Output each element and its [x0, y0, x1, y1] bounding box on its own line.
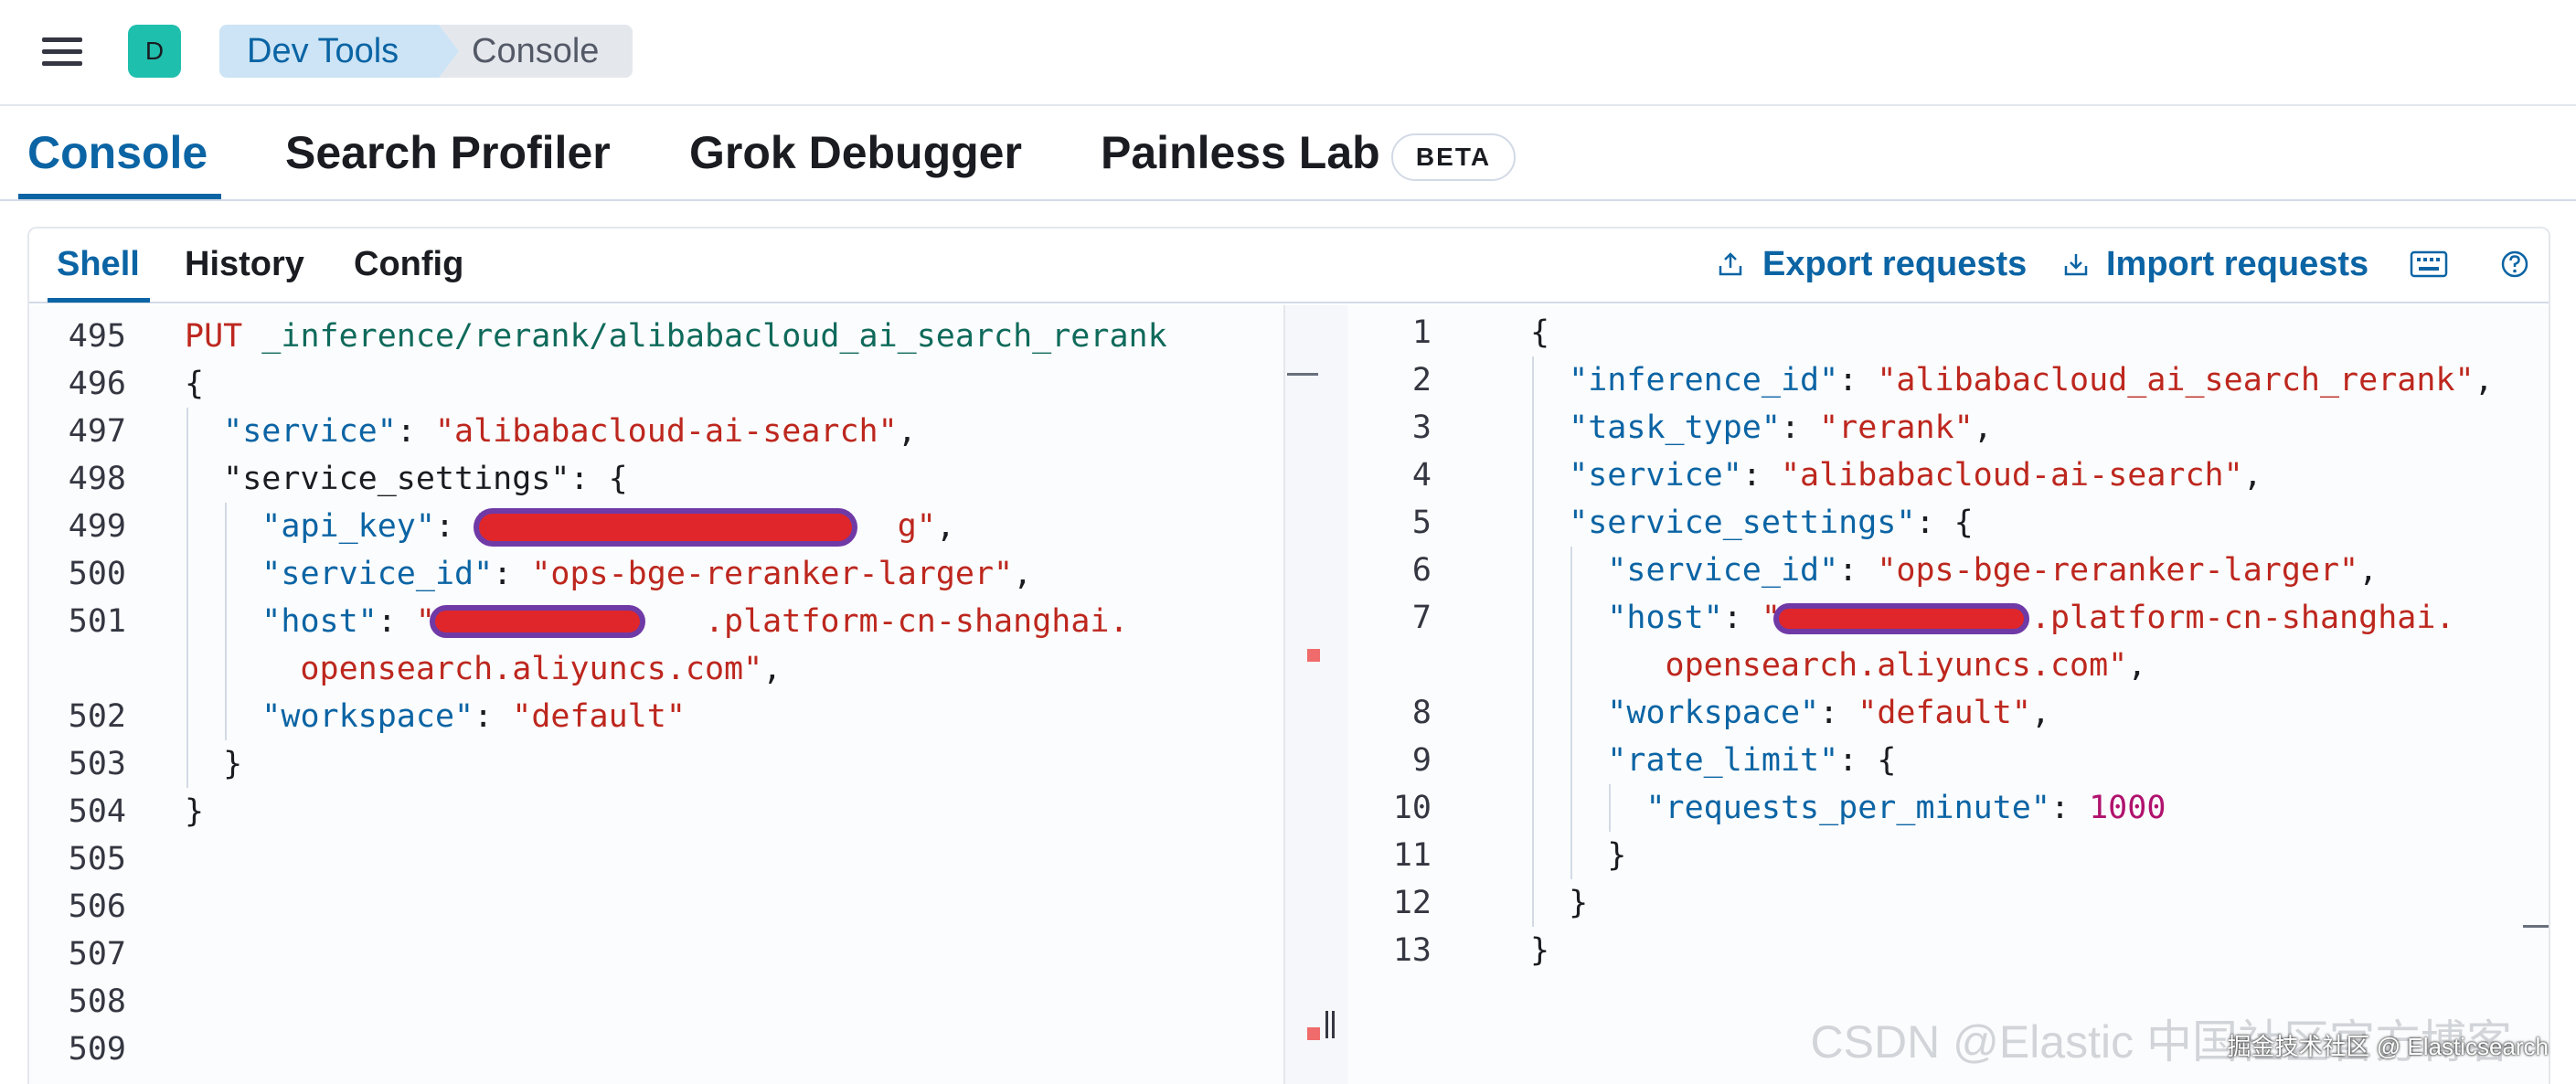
scrollbar-marker [1287, 373, 1318, 376]
hamburger-menu-icon[interactable] [42, 35, 82, 68]
indent-guide [1532, 356, 1534, 927]
editor-line: 5 "service_settings": { [1411, 505, 1974, 541]
keyboard-icon[interactable] [2410, 249, 2448, 280]
request-editor[interactable]: 495 PUT _inference/rerank/alibabacloud_a… [29, 305, 1283, 1084]
redaction-mark [1773, 603, 2029, 634]
dev-tools-tabs: Console Search Profiler Grok Debugger Pa… [0, 106, 2576, 201]
download-icon [2064, 254, 2088, 276]
beta-badge: BETA [1391, 133, 1516, 181]
breadcrumb-separator [439, 25, 459, 78]
error-marker [1307, 649, 1320, 662]
indent-guide [1609, 784, 1611, 832]
console-panel: Shell History Config Export requests Imp… [27, 227, 2550, 1084]
top-header: D Dev Tools Console [0, 0, 2576, 106]
editor-line: 500 "service_id": "ops-bge-reranker-larg… [68, 556, 1033, 592]
editor-resize-handle[interactable] [1325, 1011, 1336, 1038]
editor-line: 496 { [68, 366, 205, 402]
editor-line: 495 PUT _inference/rerank/alibabacloud_a… [68, 318, 1167, 355]
tab-console[interactable]: Console [27, 126, 208, 179]
editor-line: 502 "workspace": "default" [68, 698, 686, 735]
upload-icon [1719, 252, 1742, 276]
editor-line: 7 "host": " .platform-cn-shanghai. [1411, 600, 2455, 636]
editor-line: 504 } [68, 793, 205, 830]
space-avatar[interactable]: D [128, 25, 181, 78]
editor-line: 4 "service": "alibabacloud-ai-search", [1411, 457, 2262, 494]
editor-line: 3 "task_type": "rerank", [1411, 409, 1993, 446]
tab-grok-debugger[interactable]: Grok Debugger [689, 126, 1022, 179]
editor-line: 497 "service": "alibabacloud-ai-search", [68, 413, 917, 450]
indent-guide [186, 408, 188, 788]
editor-line: 12 } [1392, 885, 1589, 921]
editor-line: 8 "workspace": "default", [1411, 695, 2050, 731]
help-circle-icon[interactable] [2496, 249, 2534, 280]
redaction-mark [430, 605, 645, 638]
editor-divider [1283, 305, 1347, 1084]
active-tab-indicator [18, 194, 221, 199]
active-sub-tab-indicator [48, 298, 150, 303]
error-marker [1307, 1027, 1320, 1040]
editor-line: 498 "service_settings": { [68, 461, 628, 497]
editor-line: 6 "service_id": "ops-bge-reranker-larger… [1411, 552, 2379, 589]
import-requests-button[interactable]: Import requests [2106, 245, 2368, 284]
indent-guide [1570, 547, 1572, 879]
breadcrumb-console: Console [439, 25, 633, 78]
tab-history[interactable]: History [185, 245, 304, 284]
editor-line: 10 "requests_per_minute": 1000 [1392, 790, 2166, 826]
editor-line: 9 "rate_limit": { [1411, 742, 1897, 779]
tab-shell[interactable]: Shell [57, 245, 140, 284]
editor-line: opensearch.aliyuncs.com", [185, 651, 782, 687]
indent-guide [225, 503, 227, 740]
watermark-small: 掘金技术社区 @ Elasticsearch [2227, 1033, 2549, 1060]
editor-line: 499 "api_key": " g", [68, 508, 955, 545]
editor-line: 2 "inference_id": "alibabacloud_ai_searc… [1411, 362, 2494, 399]
tab-search-profiler[interactable]: Search Profiler [285, 126, 611, 179]
editor-line: 13 } [1392, 932, 1550, 969]
editor-line: 11 } [1392, 837, 1627, 874]
editor-line: opensearch.aliyuncs.com", [1530, 647, 2147, 684]
editor-line: 503 } [68, 746, 243, 782]
tab-config[interactable]: Config [354, 245, 463, 284]
redaction-mark [474, 508, 857, 547]
editor-line: 1 { [1411, 314, 1550, 351]
response-editor[interactable]: 1 { 2 "inference_id": "alibabacloud_ai_s… [1347, 305, 2549, 1084]
console-sub-tabs: Shell History Config Export requests Imp… [29, 228, 2549, 303]
breadcrumb-dev-tools[interactable]: Dev Tools [219, 25, 439, 78]
tab-painless-lab[interactable]: Painless Lab [1101, 126, 1380, 179]
export-requests-button[interactable]: Export requests [1762, 245, 2027, 284]
editor-line: 501 "host": " .platform-cn-shanghai. [68, 603, 1129, 640]
scrollbar-marker [2523, 925, 2549, 928]
